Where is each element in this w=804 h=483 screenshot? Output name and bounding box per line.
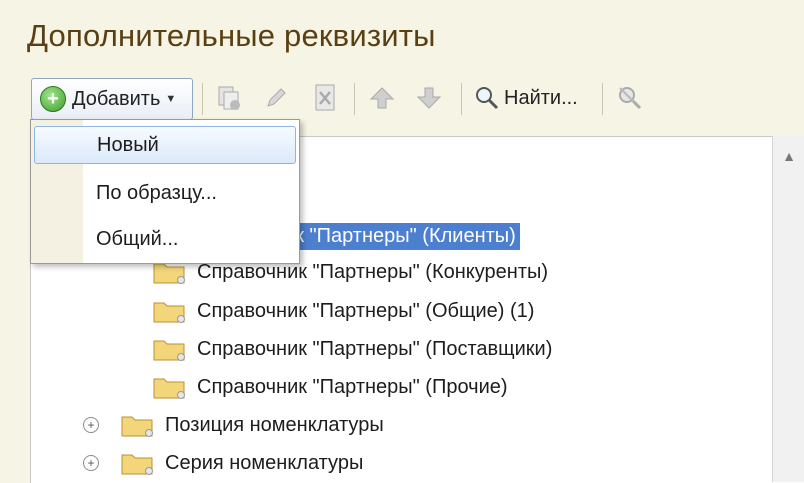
find-icon [476, 87, 499, 110]
page-title: Дополнительные реквизиты [27, 18, 436, 53]
chevron-down-icon: ▼ [165, 93, 177, 105]
menu-item-by-sample[interactable]: По образцу... [34, 174, 296, 212]
tree-row-label: Справочник "Партнеры" (Общие) (1) [197, 299, 535, 322]
menu-item-label: Новый [97, 133, 159, 156]
tree-row[interactable]: + Серия номенклатуры [83, 446, 363, 480]
tree-row-label: Серия номенклатуры [165, 451, 364, 474]
expand-icon[interactable]: + [83, 417, 99, 433]
menu-item-new[interactable]: Новый [34, 126, 296, 164]
menu-item-label: Общий... [96, 227, 179, 250]
edit-button[interactable] [260, 78, 292, 118]
menu-item-common[interactable]: Общий... [34, 220, 296, 258]
clear-search-button[interactable] [614, 78, 646, 118]
toolbar: + Добавить ▼ Найти... [28, 78, 788, 120]
toolbar-divider [354, 83, 355, 115]
copy-button[interactable] [213, 78, 245, 118]
toolbar-divider [461, 83, 462, 115]
move-up-button[interactable] [366, 78, 398, 118]
tree-row[interactable]: + Позиция номенклатуры [83, 408, 384, 442]
vertical-scrollbar[interactable]: ▲ [772, 136, 804, 482]
tree-row-label: Позиция номенклатуры [165, 413, 384, 436]
tree-row[interactable]: Справочник "Партнеры" (Общие) (1) [153, 294, 534, 328]
tree-row[interactable]: Справочник "Партнеры" (Прочие) [153, 370, 508, 404]
move-down-button[interactable] [413, 78, 445, 118]
add-dropdown-menu: Новый По образцу... Общий... [30, 119, 300, 264]
tree-row-label: Справочник "Партнеры" (Поставщики) [197, 337, 553, 360]
scroll-up-icon[interactable]: ▲ [773, 136, 804, 176]
tree-row-label: Справочник "Партнеры" (Прочие) [197, 375, 508, 398]
add-button[interactable]: + Добавить ▼ [31, 78, 193, 120]
folder-icon [153, 302, 185, 323]
clear-search-icon [619, 87, 642, 110]
find-button-label: Найти... [504, 86, 578, 109]
move-up-icon [369, 87, 395, 109]
add-icon: + [40, 86, 66, 112]
tree-row[interactable]: Справочник "Партнеры" (Поставщики) [153, 332, 552, 366]
toolbar-divider [202, 83, 203, 115]
move-down-icon [416, 87, 442, 109]
tree-row-selected[interactable]: ник "Партнеры" (Клиенты) [269, 219, 520, 253]
folder-icon [153, 378, 185, 399]
expand-icon[interactable]: + [83, 455, 99, 471]
find-button[interactable]: Найти... [474, 78, 578, 118]
folder-icon [121, 454, 153, 475]
copy-icon [218, 86, 240, 110]
delete-mark-icon [315, 84, 335, 111]
toolbar-divider [602, 83, 603, 115]
delete-mark-button[interactable] [309, 78, 341, 118]
folder-icon [121, 416, 153, 437]
menu-item-label: По образцу... [96, 181, 217, 204]
add-button-label: Добавить [72, 87, 161, 110]
edit-icon [267, 88, 286, 107]
selected-row-label: ник "Партнеры" (Клиенты) [269, 222, 520, 250]
folder-icon [153, 340, 185, 361]
